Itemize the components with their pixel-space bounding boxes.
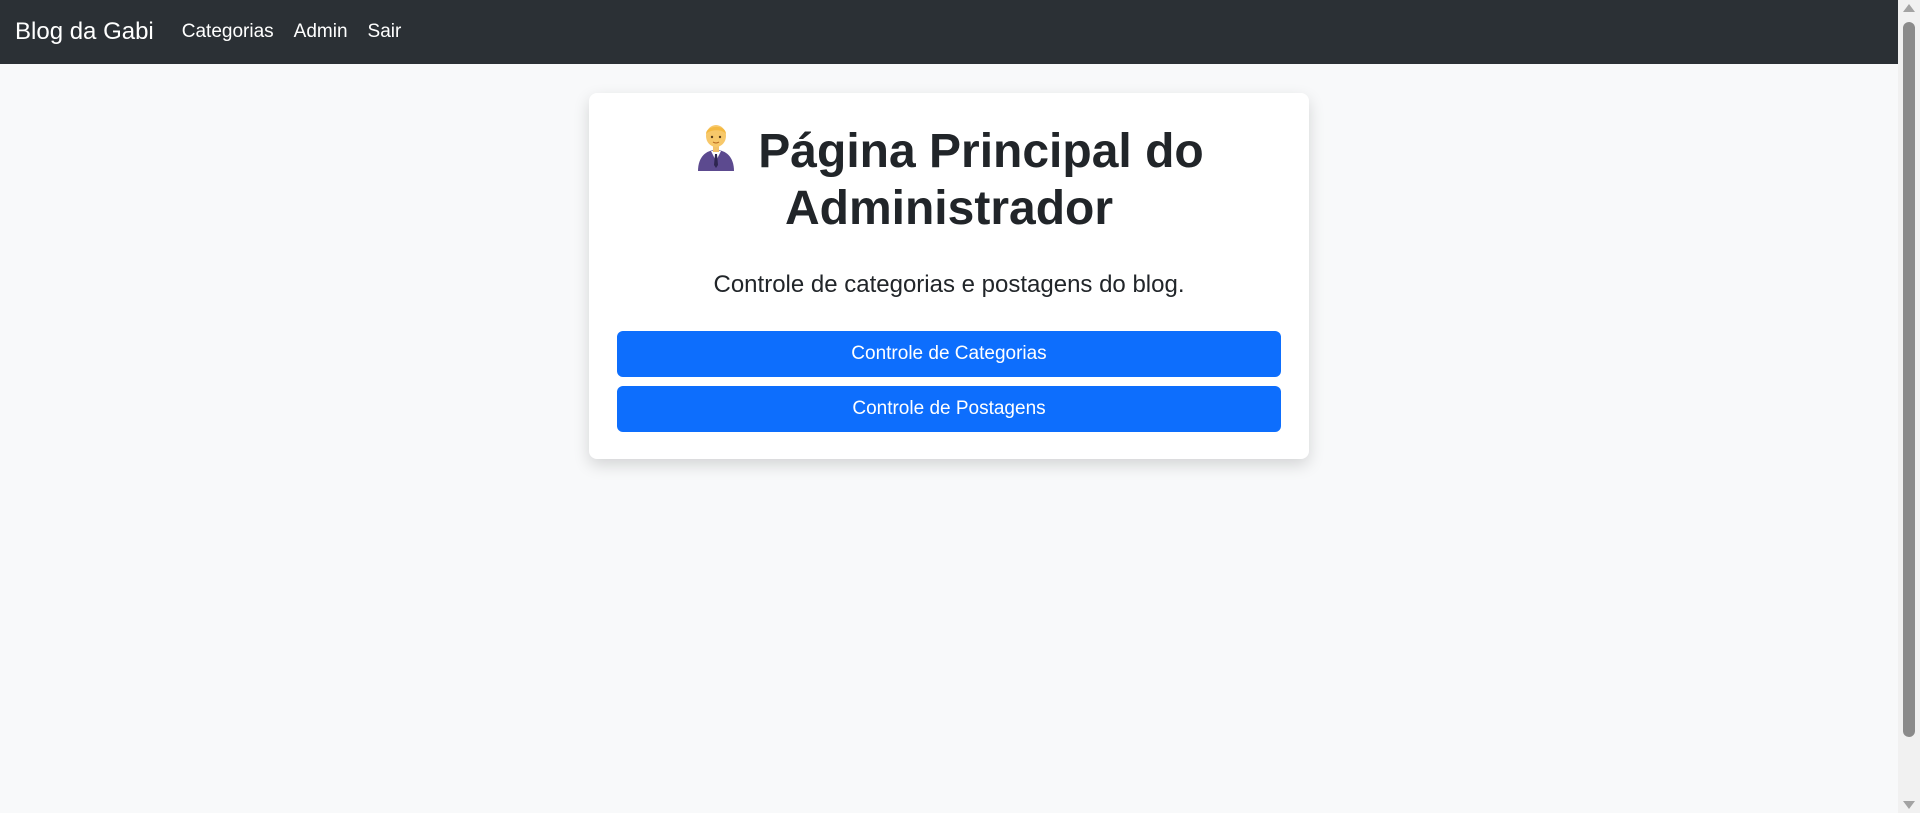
nav-link-admin[interactable]: Admin — [284, 21, 358, 43]
scroll-down-icon[interactable] — [1903, 801, 1915, 809]
page-title-text: Página Principal do Administrador — [758, 125, 1204, 235]
nav-links: Categorias Admin Sair — [182, 21, 412, 43]
scroll-thumb[interactable] — [1903, 22, 1915, 737]
posts-control-button[interactable]: Controle de Postagens — [617, 386, 1281, 432]
man-office-worker-icon — [694, 121, 738, 171]
page-title: Página Principal do Administrador — [617, 121, 1281, 237]
nav-link-sair[interactable]: Sair — [358, 21, 412, 43]
vertical-scrollbar[interactable] — [1898, 0, 1920, 813]
nav-link-categorias[interactable]: Categorias — [182, 21, 284, 43]
top-navbar: Blog da Gabi Categorias Admin Sair — [0, 0, 1898, 64]
scroll-up-icon[interactable] — [1903, 4, 1915, 12]
page-subtitle: Controle de categorias e postagens do bl… — [713, 271, 1185, 298]
categories-control-button[interactable]: Controle de Categorias — [617, 331, 1281, 377]
admin-card: Página Principal do Administrador Contro… — [589, 93, 1309, 459]
brand-link[interactable]: Blog da Gabi — [15, 18, 154, 46]
